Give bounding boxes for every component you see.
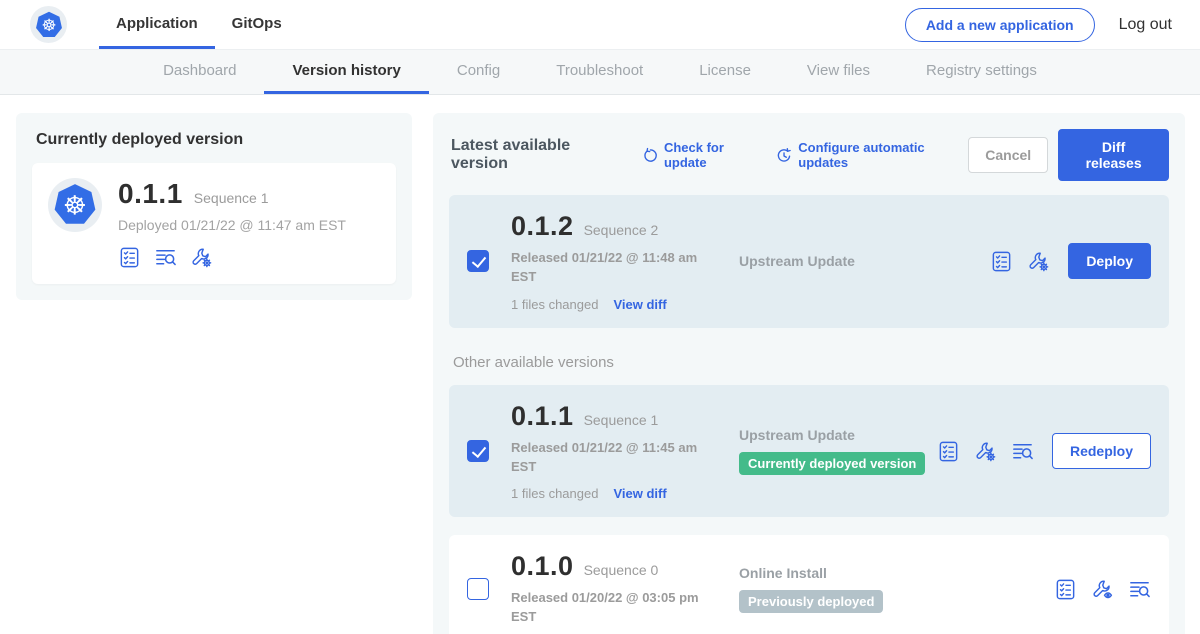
deploy-logs-icon[interactable] — [1011, 440, 1034, 463]
version-number: 0.1.1 — [511, 401, 574, 432]
preflight-checks-icon[interactable] — [990, 250, 1013, 273]
tab-license[interactable]: License — [671, 50, 779, 94]
currently-deployed-badge: Currently deployed version — [739, 452, 925, 475]
preflight-checks-icon[interactable] — [1054, 578, 1077, 601]
latest-version-title: Latest available version — [451, 137, 622, 173]
version-row-0-1-1: 0.1.1 Sequence 1 Released 01/21/22 @ 11:… — [449, 385, 1169, 518]
kubernetes-logo-icon[interactable]: ☸ — [30, 6, 67, 43]
version-checkbox[interactable] — [467, 250, 489, 272]
clock-refresh-icon — [776, 147, 792, 164]
released-timestamp: Released 01/21/22 @ 11:45 am EST — [511, 439, 703, 477]
tab-view-files[interactable]: View files — [779, 50, 898, 94]
configure-automatic-updates-link[interactable]: Configure automatic updates — [776, 140, 968, 170]
topnav-right: Add a new application Log out — [905, 8, 1200, 42]
deploy-button[interactable]: Deploy — [1068, 243, 1151, 279]
deployed-version-info: 0.1.1 Sequence 1 Deployed 01/21/22 @ 11:… — [118, 178, 346, 269]
version-row-0-1-0: 0.1.0 Sequence 0 Released 01/20/22 @ 03:… — [449, 535, 1169, 634]
deployed-version-number: 0.1.1 — [118, 178, 183, 210]
files-changed-label: 1 files changed — [511, 297, 598, 312]
edit-config-icon[interactable] — [190, 246, 213, 269]
deployed-version-actions — [118, 246, 346, 269]
check-for-update-label: Check for update — [664, 140, 764, 170]
configure-automatic-updates-label: Configure automatic updates — [798, 140, 968, 170]
source-label: Online Install — [739, 565, 1054, 581]
svg-text:☸: ☸ — [63, 190, 87, 221]
preflight-checks-icon[interactable] — [937, 440, 960, 463]
tab-troubleshoot[interactable]: Troubleshoot — [528, 50, 671, 94]
released-timestamp: Released 01/20/22 @ 03:05 pm EST — [511, 589, 703, 627]
version-info: 0.1.2 Sequence 2 Released 01/21/22 @ 11:… — [511, 211, 709, 312]
deployed-timestamp: Deployed 01/21/22 @ 11:47 am EST — [118, 217, 346, 233]
source-label: Upstream Update — [739, 253, 990, 269]
kubernetes-helm-icon: ☸ — [35, 11, 63, 39]
version-actions: Deploy — [990, 243, 1151, 279]
version-checkbox[interactable] — [467, 578, 489, 600]
other-versions-title: Other available versions — [453, 354, 1169, 371]
deployed-sequence-label: Sequence 1 — [194, 190, 269, 206]
refresh-icon — [642, 147, 658, 164]
view-diff-link[interactable]: View diff — [613, 486, 666, 501]
sequence-label: Sequence 2 — [584, 222, 659, 238]
previously-deployed-badge: Previously deployed — [739, 590, 883, 613]
main-content: Currently deployed version ☸ 0.1.1 Seque… — [0, 95, 1200, 634]
app-logo-icon: ☸ — [48, 178, 102, 232]
preflight-checks-icon[interactable] — [118, 246, 141, 269]
sequence-label: Sequence 1 — [584, 412, 659, 428]
deploy-logs-icon[interactable] — [154, 246, 177, 269]
redeploy-button[interactable]: Redeploy — [1052, 433, 1151, 469]
cancel-button[interactable]: Cancel — [968, 137, 1048, 173]
tab-config[interactable]: Config — [429, 50, 528, 94]
version-source: Upstream Update Currently deployed versi… — [739, 427, 937, 475]
currently-deployed-title: Currently deployed version — [36, 131, 396, 149]
check-for-update-link[interactable]: Check for update — [642, 140, 764, 170]
version-checkbox[interactable] — [467, 440, 489, 462]
edit-config-icon[interactable] — [1027, 250, 1050, 273]
edit-config-icon[interactable] — [974, 440, 997, 463]
kubernetes-helm-icon: ☸ — [53, 183, 97, 227]
latest-version-header: Latest available version Check for updat… — [449, 129, 1169, 181]
released-timestamp: Released 01/21/22 @ 11:48 am EST — [511, 249, 703, 287]
tab-version-history[interactable]: Version history — [264, 50, 428, 94]
svg-text:☸: ☸ — [41, 14, 56, 34]
tab-registry-settings[interactable]: Registry settings — [898, 50, 1065, 94]
version-row-0-1-2: 0.1.2 Sequence 2 Released 01/21/22 @ 11:… — [449, 195, 1169, 328]
add-application-button[interactable]: Add a new application — [905, 8, 1095, 42]
version-history-panel: Latest available version Check for updat… — [433, 113, 1185, 634]
version-info: 0.1.0 Sequence 0 Released 01/20/22 @ 03:… — [511, 551, 709, 627]
version-source: Online Install Previously deployed — [739, 565, 1054, 613]
source-label: Upstream Update — [739, 427, 937, 443]
version-actions — [1054, 578, 1151, 601]
top-tabs: Application GitOps — [99, 0, 299, 49]
logout-link[interactable]: Log out — [1119, 16, 1172, 34]
currently-deployed-panel: Currently deployed version ☸ 0.1.1 Seque… — [16, 113, 412, 300]
view-diff-link[interactable]: View diff — [613, 297, 666, 312]
version-actions: Redeploy — [937, 433, 1151, 469]
top-navbar: ☸ Application GitOps Add a new applicati… — [0, 0, 1200, 49]
app-subnav: Dashboard Version history Config Trouble… — [0, 49, 1200, 95]
version-info: 0.1.1 Sequence 1 Released 01/21/22 @ 11:… — [511, 401, 709, 502]
tab-gitops[interactable]: GitOps — [215, 0, 299, 49]
deploy-logs-icon[interactable] — [1128, 578, 1151, 601]
deployed-version-card: ☸ 0.1.1 Sequence 1 Deployed 01/21/22 @ 1… — [32, 163, 396, 284]
version-number: 0.1.2 — [511, 211, 574, 242]
version-number: 0.1.0 — [511, 551, 574, 582]
diff-releases-button[interactable]: Diff releases — [1058, 129, 1169, 181]
tab-dashboard[interactable]: Dashboard — [135, 50, 264, 94]
sequence-label: Sequence 0 — [584, 562, 659, 578]
view-config-icon[interactable] — [1091, 578, 1114, 601]
tab-application[interactable]: Application — [99, 0, 215, 49]
files-changed-label: 1 files changed — [511, 486, 598, 501]
version-source: Upstream Update — [739, 253, 990, 269]
